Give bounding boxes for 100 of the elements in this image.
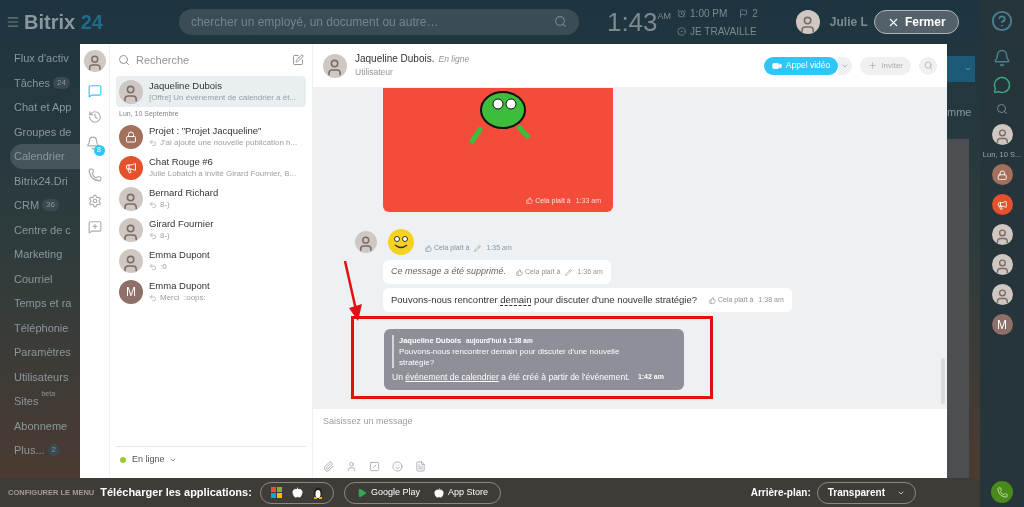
plus-icon	[868, 61, 878, 70]
penguin-icon	[312, 486, 323, 499]
search-field[interactable]: chercher un employé, un document ou autre…	[178, 9, 579, 35]
history-tab-icon[interactable]	[87, 110, 102, 124]
apple-icon	[433, 487, 444, 498]
avatar-placeholder	[355, 231, 377, 253]
chat-preview: Merci :oops:	[160, 292, 206, 304]
chat-preview: :0	[160, 261, 167, 273]
clock-period: AM	[657, 10, 672, 21]
invite-button[interactable]: Inviter	[860, 56, 911, 75]
alarm-time: 1:00 PM	[690, 6, 728, 21]
chat-icon[interactable]	[993, 76, 1011, 94]
message-input[interactable]: Saisissez un message	[323, 415, 937, 429]
message-text: Pouvons-nous rencontrer demain pour discuter d'une nouvelle stratégie?	[391, 292, 697, 308]
presence-status: En ligne	[438, 53, 470, 66]
menu-item[interactable]: Flux d'activ	[10, 46, 80, 71]
menu-item[interactable]: Plus... 2	[10, 438, 80, 463]
thumbs-up-icon	[425, 244, 432, 252]
menu-item[interactable]: Calendrier	[10, 144, 80, 169]
dropdown-button[interactable]	[838, 56, 853, 75]
close-button[interactable]: Fermer	[873, 10, 959, 34]
chat-preview: [Offre] Un événement de calendrier a ét...	[149, 91, 297, 104]
background-label: Arrière-plan:	[750, 486, 811, 500]
chat-list-item[interactable]: Jaqueline Dubois [Offre] Un événement de calendrier a ét...	[116, 76, 306, 107]
play-icon	[356, 487, 367, 498]
compose-icon[interactable]	[292, 54, 304, 66]
search-icon[interactable]	[996, 103, 1008, 115]
menu-icon[interactable]	[6, 15, 20, 29]
chat-name: Chat Rouge #6	[149, 156, 214, 168]
lock-avatar-icon	[119, 125, 143, 149]
menu-item[interactable]: Marketing	[10, 242, 80, 267]
menu-item[interactable]: Bitrix24.Dri	[10, 168, 80, 193]
download-label: Télécharger les applications:	[100, 485, 252, 501]
chat-preview: 8-)	[160, 199, 170, 211]
thumbs-up-icon	[526, 197, 534, 205]
megaphone-avatar-icon	[119, 156, 143, 180]
menu-item[interactable]: Groupes de	[10, 119, 80, 144]
help-icon[interactable]	[991, 10, 1013, 32]
logo: Bitrix 24	[24, 10, 103, 35]
menu-item[interactable]: Paramètres	[10, 340, 80, 365]
phone-icon	[996, 486, 1008, 498]
search-field[interactable]: Recherche	[136, 51, 286, 69]
menu-item[interactable]: Abonneme	[10, 413, 80, 438]
thumbs-up-icon	[516, 268, 524, 276]
count-badge: 24	[53, 76, 70, 89]
letter-avatar: M	[119, 280, 143, 304]
chat-name: Emma Dupont	[149, 280, 210, 292]
avatar-placeholder	[991, 284, 1013, 306]
chat-name: Jaqueline Dubois	[149, 79, 223, 92]
link[interactable]: événement de calendrier	[405, 372, 499, 383]
avatar-placeholder	[991, 254, 1013, 276]
chat-name: Bernard Richard	[149, 187, 219, 199]
alarm-icon	[677, 8, 687, 18]
settings-tab-icon[interactable]	[87, 194, 102, 208]
search-icon	[923, 61, 933, 70]
flag-icon	[739, 8, 749, 18]
user-icon[interactable]	[346, 461, 357, 472]
phone-tab-icon[interactable]	[87, 168, 102, 182]
megaphone-avatar-icon	[991, 194, 1013, 216]
status-icon	[677, 26, 687, 36]
avatar-placeholder	[323, 53, 347, 78]
menu-item[interactable]: Utilisateurs	[10, 364, 80, 389]
menu-item[interactable]: Téléphonie	[10, 315, 80, 340]
chats-tab-icon[interactable]	[87, 84, 102, 98]
menu-item[interactable]: Courriel	[10, 266, 80, 291]
smiley-icon[interactable]	[392, 461, 403, 472]
store-button[interactable]: Google Play	[356, 485, 420, 500]
letter-avatar: M	[991, 314, 1013, 336]
work-status[interactable]: JE TRAVAILLE	[690, 23, 757, 39]
camera-icon	[771, 60, 782, 71]
count-badge: 36	[42, 199, 59, 212]
slash-command-icon[interactable]	[369, 461, 380, 472]
menu-item[interactable]: Centre de c	[10, 217, 80, 242]
chat-name: Girard Fournier	[149, 218, 214, 230]
avatar-placeholder	[119, 249, 143, 273]
status-dropdown[interactable]: En ligne	[132, 452, 177, 467]
search-button[interactable]	[919, 56, 937, 75]
contact-role: Utilisateur	[355, 66, 394, 79]
quote-text: Pouvons-nous rencontrer demain pour discuter d'une nouvelle stratégie?	[399, 346, 621, 369]
menu-item[interactable]: Temps et ra	[10, 291, 80, 316]
paperclip-icon[interactable]	[323, 461, 334, 472]
link[interactable]: demain	[500, 293, 532, 306]
menu-item[interactable]: CRM 36	[10, 193, 80, 218]
contact-name: Jaqueline Dubois.	[355, 52, 435, 65]
notifications-icon[interactable]	[993, 49, 1011, 67]
menu-item[interactable]: Chat et App	[10, 95, 80, 120]
count-badge: 2	[47, 444, 61, 457]
deleted-message-text: Ce message a été supprimé.	[391, 265, 507, 279]
new-chat-tab-icon[interactable]	[87, 220, 102, 234]
user-name[interactable]: Julie L	[829, 13, 868, 31]
avatar-placeholder	[83, 50, 106, 72]
store-button[interactable]: App Store	[433, 485, 488, 500]
avatar-placeholder	[119, 187, 143, 211]
menu-item[interactable]: Tâches 24	[10, 70, 80, 95]
chat-name: Projet : "Projet Jacqueline"	[149, 125, 263, 137]
search-icon[interactable]	[553, 15, 567, 28]
apple-icon	[291, 487, 303, 498]
lock-avatar-icon	[991, 164, 1013, 186]
phone-button[interactable]	[991, 481, 1013, 503]
file-icon[interactable]	[415, 461, 426, 472]
